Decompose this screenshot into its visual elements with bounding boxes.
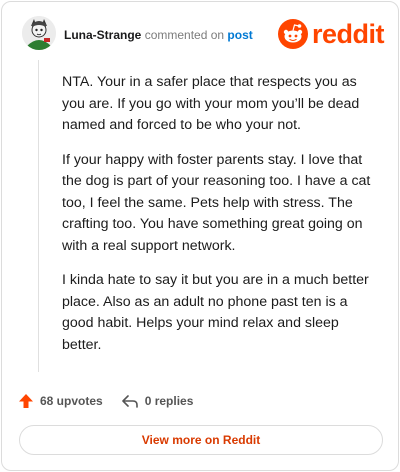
action-text: commented on [144, 28, 225, 42]
comment-embed-card: Luna-Strange commented on post reddit NT… [1, 1, 399, 471]
comment-paragraph: NTA. Your in a safer place that respects… [62, 74, 360, 133]
reply-arrow-icon [121, 395, 138, 408]
reddit-logo[interactable]: reddit [277, 19, 385, 49]
upvote-button[interactable]: 68 upvotes [18, 393, 103, 409]
comment-body: NTA. Your in a safer place that respects… [62, 72, 380, 369]
upvotes-count: 68 upvotes [40, 394, 103, 408]
comment-actions: 68 upvotes 0 replies [18, 390, 193, 412]
comment-meta: Luna-Strange commented on post [64, 28, 253, 42]
comment-header: Luna-Strange commented on post reddit [22, 16, 385, 56]
comment-paragraph: I kinda hate to say it but you are in a … [62, 272, 369, 353]
replies-count: 0 replies [144, 394, 194, 408]
username-link[interactable]: Luna-Strange [64, 28, 141, 42]
reddit-alien-icon [277, 19, 308, 49]
avatar-image [22, 16, 56, 50]
avatar[interactable] [22, 16, 56, 50]
post-link[interactable]: post [227, 28, 252, 42]
view-more-button[interactable]: View more on Reddit [19, 425, 383, 455]
upvote-arrow-icon [19, 394, 33, 408]
replies-button[interactable]: 0 replies [121, 393, 194, 409]
comment-paragraph: If your happy with foster parents stay. … [62, 151, 371, 254]
thread-line [38, 60, 39, 372]
reddit-wordmark: reddit [311, 19, 385, 49]
